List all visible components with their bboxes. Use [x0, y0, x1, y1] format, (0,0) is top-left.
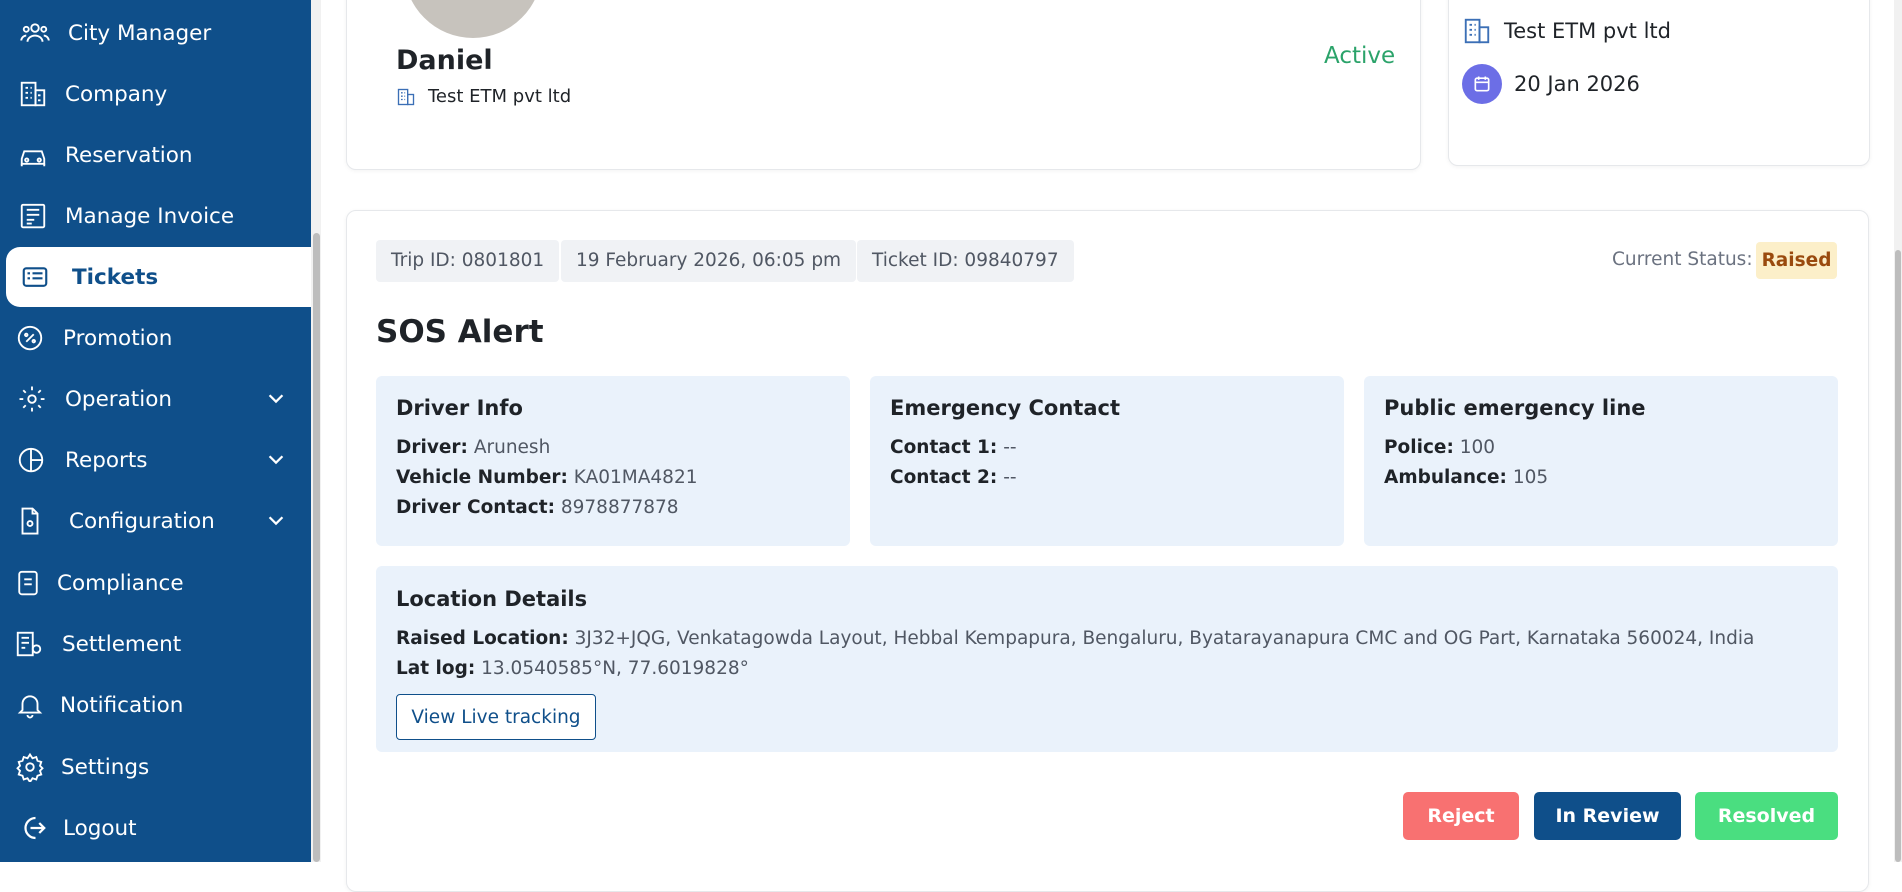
- sidebar-item-label: Reports: [65, 447, 148, 473]
- reject-button[interactable]: Reject: [1403, 792, 1519, 840]
- summary-date: 20 Jan 2026: [1462, 64, 1640, 104]
- profile-name: Daniel: [396, 45, 493, 76]
- sidebar-item-manage-invoice[interactable]: Manage Invoice: [0, 186, 311, 246]
- emergency-contact-panel: Emergency Contact Contact 1: -- Contact …: [870, 376, 1344, 546]
- driver-row: Driver: Arunesh: [396, 437, 551, 458]
- sidebar-item-label: Promotion: [63, 325, 173, 351]
- building-icon: [16, 77, 50, 111]
- bell-icon: [13, 688, 47, 722]
- profile-company-name: Test ETM pvt ltd: [428, 86, 572, 107]
- status-badge: Active: [1324, 43, 1396, 69]
- logout-icon: [16, 811, 50, 845]
- summary-date-value: 20 Jan 2026: [1514, 72, 1640, 96]
- panel-heading: Location Details: [396, 587, 588, 611]
- sidebar-item-label: Configuration: [69, 508, 215, 534]
- pie-chart-icon: [14, 443, 48, 477]
- sidebar: City Manager Company Reservation Manage …: [0, 0, 311, 862]
- sidebar-item-logout[interactable]: Logout: [0, 798, 311, 858]
- sidebar-item-operation[interactable]: Operation: [0, 369, 311, 429]
- driver-info-panel: Driver Info Driver: Arunesh Vehicle Numb…: [376, 376, 850, 546]
- police-row: Police: 100: [1384, 437, 1496, 458]
- sidebar-item-settings[interactable]: Settings: [0, 737, 311, 797]
- sidebar-item-label: Tickets: [72, 264, 159, 290]
- sidebar-item-notification[interactable]: Notification: [0, 675, 311, 735]
- resolved-button[interactable]: Resolved: [1695, 792, 1838, 840]
- chevron-down-icon[interactable]: [265, 387, 287, 409]
- config-file-icon: [13, 504, 47, 538]
- panel-heading: Driver Info: [396, 396, 523, 420]
- sidebar-item-promotion[interactable]: Promotion: [0, 308, 311, 368]
- view-live-tracking-button[interactable]: View Live tracking: [396, 694, 596, 740]
- sidebar-item-label: Settings: [61, 754, 150, 780]
- building-icon: [397, 88, 415, 105]
- trip-id-chip: Trip ID: 0801801: [376, 240, 560, 282]
- document-icon: [11, 566, 45, 600]
- sidebar-item-tickets[interactable]: Tickets: [6, 247, 311, 307]
- invoice-icon: [16, 199, 50, 233]
- summary-company-name: Test ETM pvt ltd: [1504, 19, 1671, 43]
- current-status-label: Current Status:: [1612, 249, 1753, 270]
- sidebar-item-label: Notification: [60, 692, 184, 718]
- sidebar-item-reservation[interactable]: Reservation: [0, 125, 311, 185]
- contact-1-row: Contact 1: --: [890, 437, 1017, 458]
- building-icon: [1464, 18, 1490, 44]
- ticket-card: [346, 210, 1869, 892]
- contact-2-row: Contact 2: --: [890, 467, 1017, 488]
- panel-heading: Emergency Contact: [890, 396, 1120, 420]
- driver-contact-row: Driver Contact: 8978877878: [396, 497, 679, 518]
- ambulance-row: Ambulance: 105: [1384, 467, 1549, 488]
- sidebar-item-label: Compliance: [57, 570, 184, 596]
- page-scrollbar-thumb[interactable]: [1895, 250, 1901, 862]
- gear-icon: [13, 750, 47, 784]
- sidebar-item-label: City Manager: [68, 20, 212, 46]
- sidebar-item-label: Logout: [63, 815, 137, 841]
- summary-company: Test ETM pvt ltd: [1462, 16, 1671, 46]
- calendar-icon: [1462, 64, 1502, 104]
- sidebar-item-city-manager[interactable]: City Manager: [0, 3, 311, 63]
- profile-company: Test ETM pvt ltd: [396, 86, 571, 107]
- page-title: SOS Alert: [376, 314, 544, 350]
- sidebar-item-label: Operation: [65, 386, 172, 412]
- sidebar-item-compliance[interactable]: Compliance: [0, 553, 311, 613]
- in-review-button[interactable]: In Review: [1534, 792, 1681, 840]
- sidebar-item-label: Manage Invoice: [65, 203, 235, 229]
- sidebar-item-reports[interactable]: Reports: [0, 430, 311, 490]
- car-icon: [16, 138, 50, 172]
- gear-cluster-icon: [15, 382, 49, 416]
- sidebar-scrollbar-thumb[interactable]: [313, 233, 320, 862]
- users-icon: [18, 16, 52, 50]
- status-badge: Raised: [1756, 242, 1837, 279]
- raised-location-row: Raised Location: 3J32+JQG, Venkatagowda …: [396, 628, 1755, 649]
- sidebar-item-settlement[interactable]: Settlement: [0, 614, 311, 674]
- percent-badge-icon: [13, 321, 47, 355]
- ticket-id-chip: Ticket ID: 09840797: [857, 240, 1074, 282]
- location-details-panel: Location Details Raised Location: 3J32+J…: [376, 566, 1838, 752]
- sidebar-item-label: Reservation: [65, 142, 193, 168]
- sidebar-item-company[interactable]: Company: [0, 64, 311, 124]
- lat-log-row: Lat log: 13.0540585°N, 77.6019828°: [396, 658, 749, 679]
- vehicle-number-row: Vehicle Number: KA01MA4821: [396, 467, 698, 488]
- sidebar-item-label: Company: [65, 81, 168, 107]
- chevron-down-icon[interactable]: [265, 509, 287, 531]
- ticket-icon: [18, 260, 52, 294]
- panel-heading: Public emergency line: [1384, 396, 1646, 420]
- public-emergency-panel: Public emergency line Police: 100 Ambula…: [1364, 376, 1838, 546]
- sidebar-item-label: Settlement: [62, 631, 182, 657]
- settlement-icon: [12, 627, 46, 661]
- sidebar-item-configuration[interactable]: Configuration: [0, 491, 311, 551]
- datetime-chip: 19 February 2026, 06:05 pm: [561, 240, 857, 282]
- chevron-down-icon[interactable]: [265, 448, 287, 470]
